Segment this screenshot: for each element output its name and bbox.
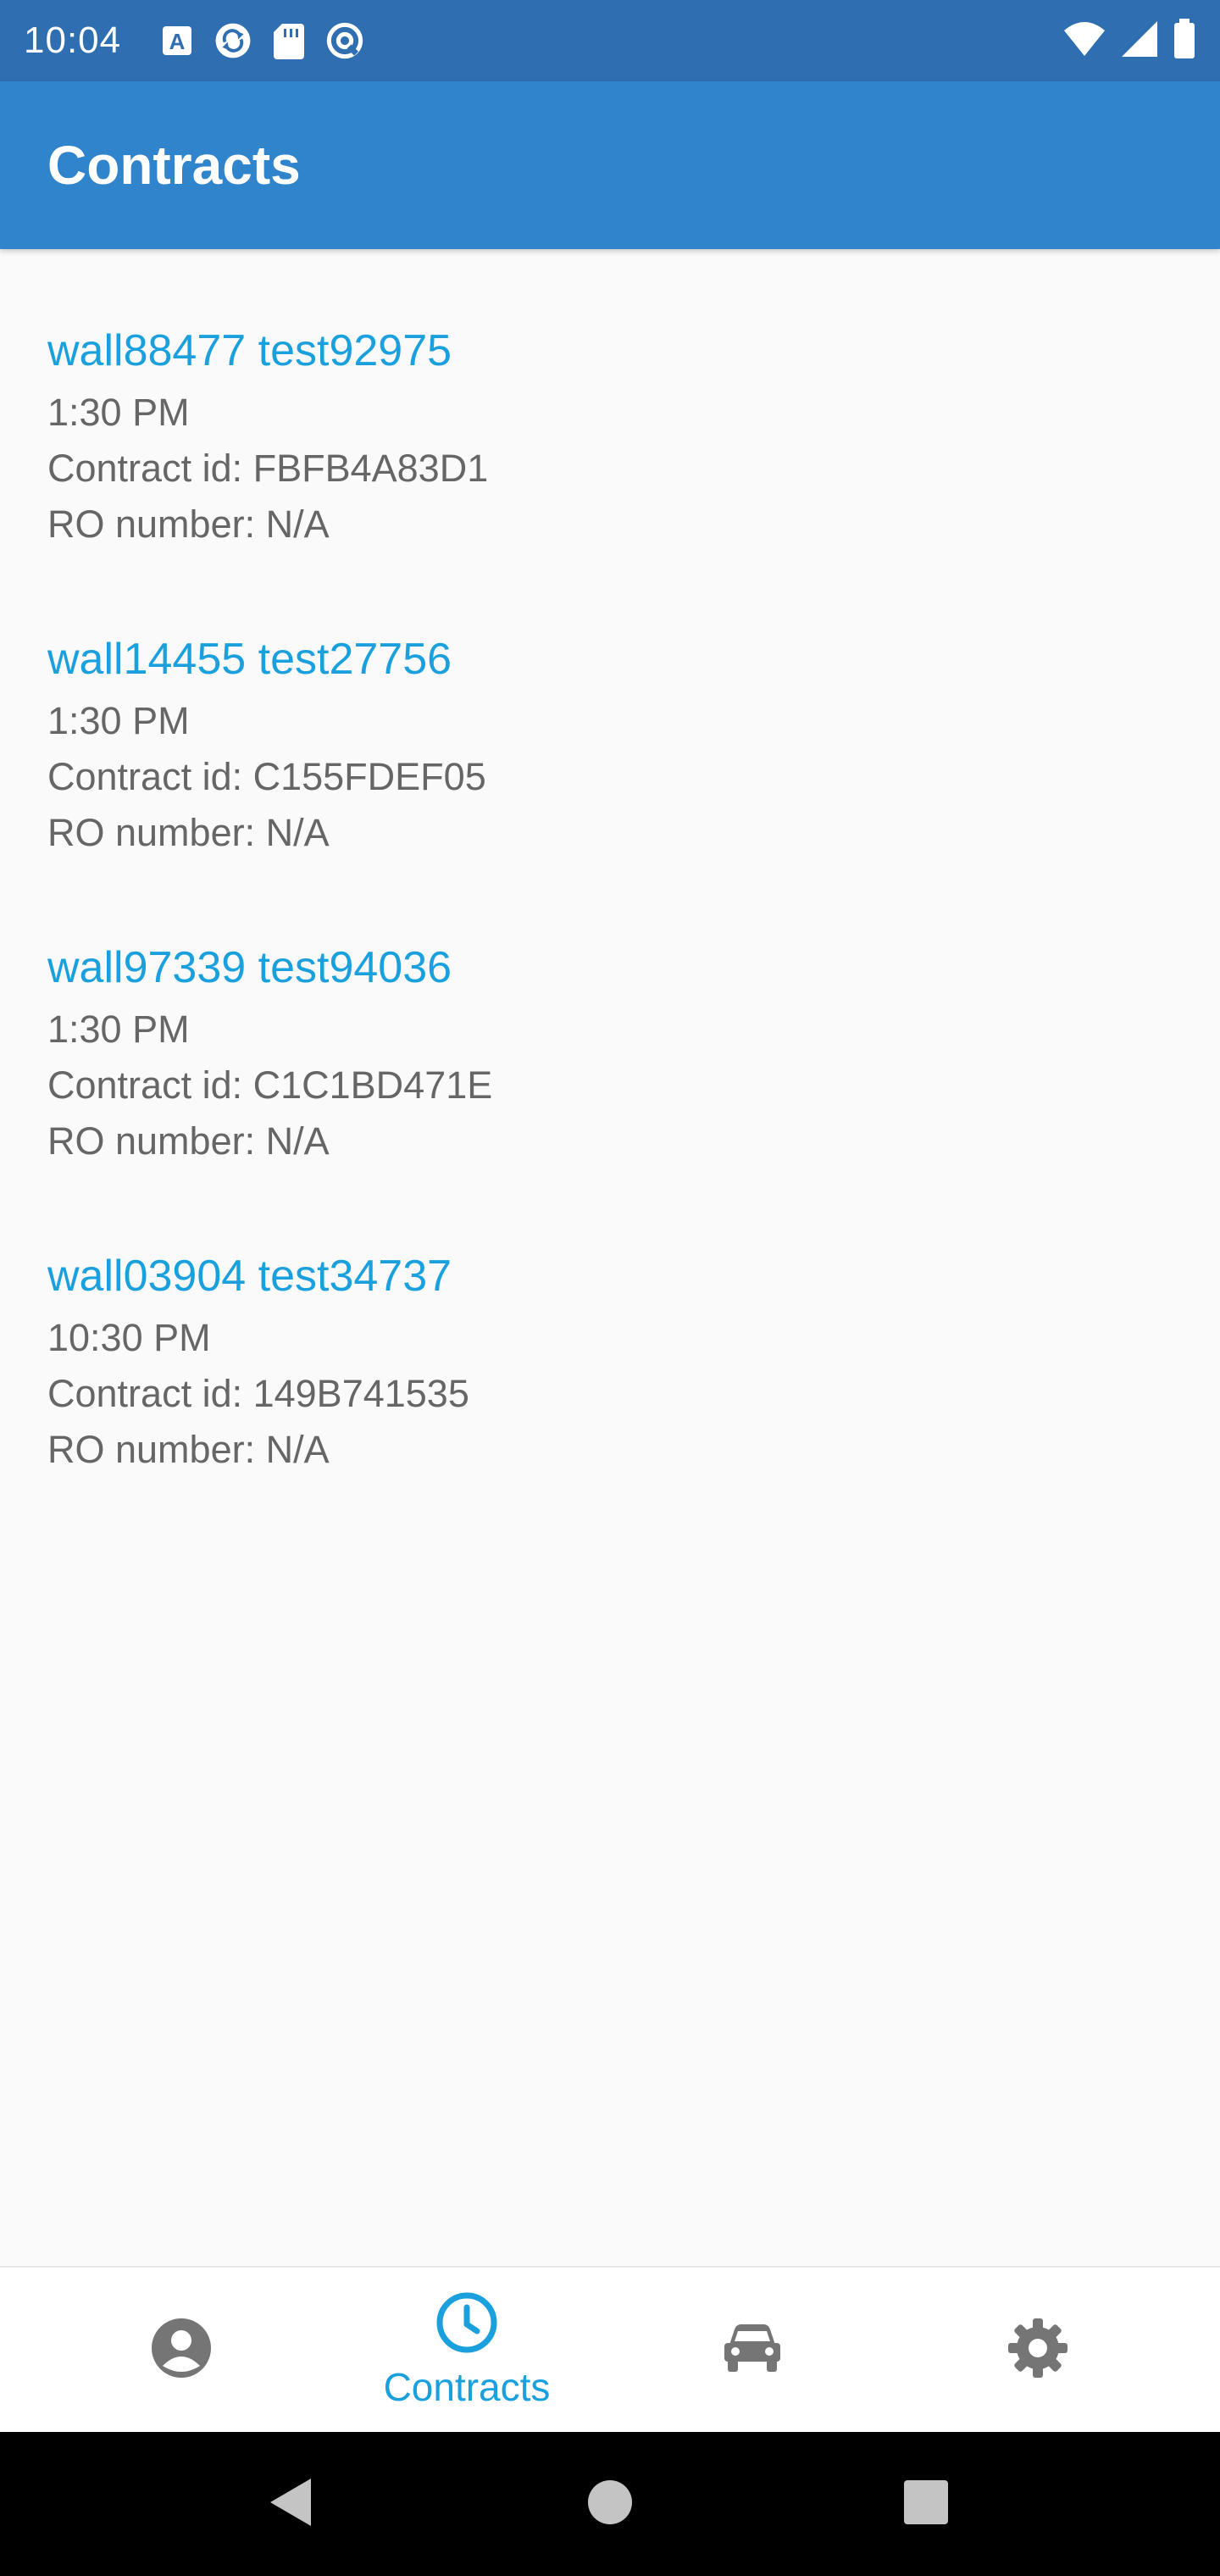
contract-id: Contract id: FBFB4A83D1: [47, 447, 489, 490]
nav-tab-vehicle[interactable]: [608, 2268, 896, 2432]
nav-tab-settings[interactable]: [894, 2268, 1182, 2432]
contract-list-item[interactable]: wall03904 test34737 10:30 PM Contract id…: [47, 1242, 1166, 1496]
gear-icon: [1006, 2317, 1069, 2384]
sync-icon: [214, 22, 252, 59]
recents-icon: [902, 2479, 950, 2530]
nav-tab-contracts[interactable]: Contracts: [323, 2268, 611, 2432]
contract-time: 1:30 PM: [47, 699, 190, 742]
contract-time: 1:30 PM: [47, 1008, 190, 1051]
clock-icon: [435, 2290, 499, 2359]
contract-ro-number: RO number: N/A: [47, 1428, 330, 1471]
app-bar: Contracts: [0, 81, 1220, 249]
contract-list-item[interactable]: wall14455 test27756 1:30 PM Contract id:…: [47, 625, 1166, 880]
signal-icon: [1120, 19, 1159, 63]
status-notification-icons: A: [158, 22, 363, 59]
nav-tab-account[interactable]: [37, 2268, 325, 2432]
back-button[interactable]: [252, 2466, 329, 2542]
contract-name: wall97339 test94036: [47, 943, 452, 992]
system-navigation-bar: [0, 2432, 1220, 2576]
bottom-navigation: Contracts: [0, 2266, 1220, 2432]
contract-ro-number: RO number: N/A: [47, 811, 330, 854]
contract-list-item[interactable]: wall88477 test92975 1:30 PM Contract id:…: [47, 317, 1166, 571]
battery-icon: [1173, 18, 1196, 64]
sd-card-icon: [270, 22, 308, 59]
contract-time: 1:30 PM: [47, 391, 190, 434]
back-icon: [265, 2475, 316, 2534]
home-icon: [586, 2479, 634, 2530]
a-notification-icon: A: [158, 22, 196, 59]
status-bar: 10:04 A: [0, 0, 1220, 81]
recents-button[interactable]: [888, 2466, 964, 2542]
status-system-icons: [1062, 18, 1196, 64]
contract-list-item[interactable]: wall97339 test94036 1:30 PM Contract id:…: [47, 934, 1166, 1188]
contract-id: Contract id: 149B741535: [47, 1372, 469, 1415]
svg-text:A: A: [169, 29, 186, 54]
home-button[interactable]: [572, 2466, 648, 2542]
account-icon: [150, 2317, 213, 2384]
contract-name: wall88477 test92975: [47, 326, 452, 375]
status-time: 10:04: [24, 19, 122, 61]
contract-name: wall03904 test34737: [47, 1252, 452, 1301]
contract-time: 10:30 PM: [47, 1316, 211, 1359]
nav-tab-label: Contracts: [383, 2364, 551, 2409]
contract-ro-number: RO number: N/A: [47, 1119, 330, 1163]
page-title: Contracts: [47, 135, 301, 196]
at-sign-icon: [326, 22, 363, 59]
contract-ro-number: RO number: N/A: [47, 502, 330, 546]
wifi-icon: [1062, 20, 1106, 62]
contract-name: wall14455 test27756: [47, 635, 452, 684]
contract-id: Contract id: C155FDEF05: [47, 755, 486, 798]
contract-id: Contract id: C1C1BD471E: [47, 1063, 493, 1107]
car-icon: [723, 2323, 782, 2378]
